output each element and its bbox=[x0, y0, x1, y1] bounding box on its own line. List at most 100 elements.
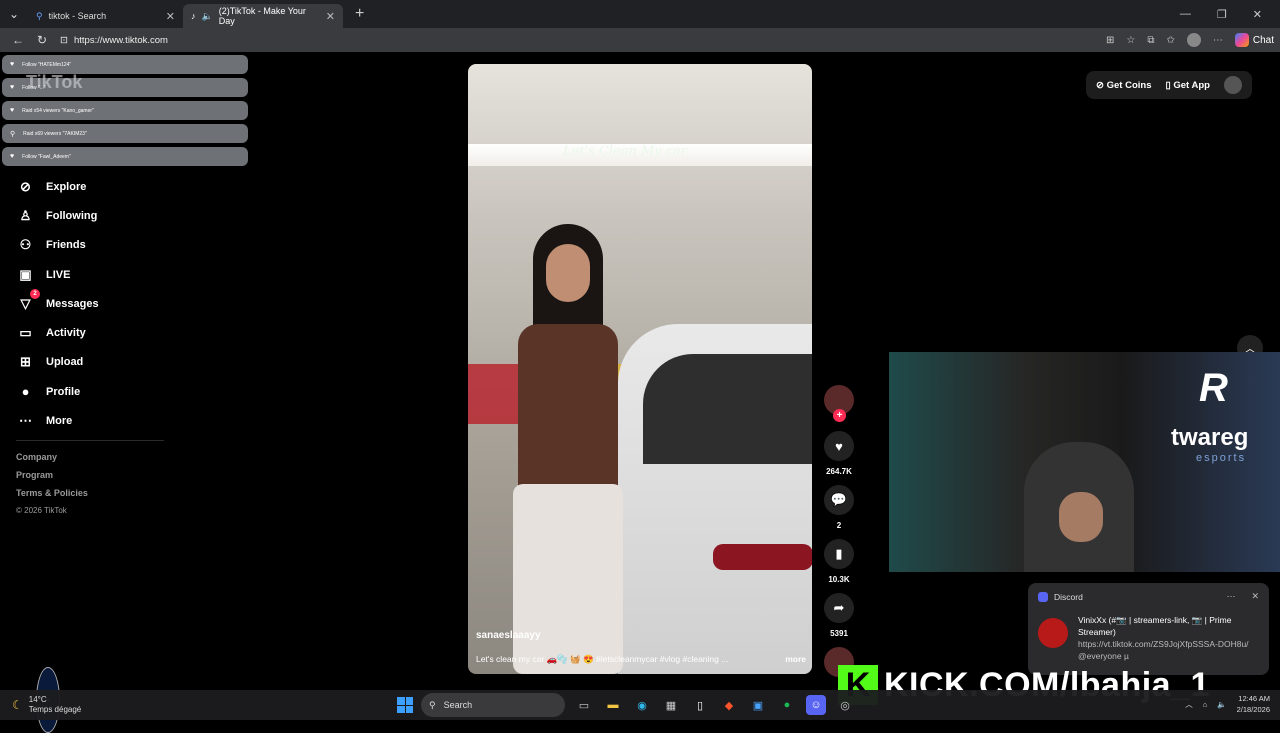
remote-desktop-icon[interactable]: ▣ bbox=[748, 695, 768, 715]
save-button[interactable]: ▮ bbox=[824, 539, 854, 569]
tab-tiktok[interactable]: ♪ 🔈 (2)TikTok - Make Your Day ✕ bbox=[183, 4, 343, 28]
volume-icon[interactable]: 🔈 bbox=[1217, 700, 1226, 709]
notification-header: Discord ⋯ ✕ bbox=[1038, 591, 1259, 602]
favorite-star-icon[interactable]: ☆ bbox=[1126, 35, 1135, 46]
sidebar-item-live[interactable]: ▣ LIVE bbox=[17, 260, 99, 289]
twareg-logo-icon: R bbox=[1199, 366, 1228, 410]
obs-icon[interactable]: ◎ bbox=[835, 695, 855, 715]
store-icon[interactable]: ▦ bbox=[661, 695, 681, 715]
taskbar-search-label: Search bbox=[443, 700, 473, 710]
sidebar-item-following[interactable]: ♙ Following bbox=[17, 201, 99, 230]
coin-icon: ⊘ bbox=[1096, 79, 1107, 91]
weather-widget[interactable]: ☾ 14°C Temps dégagé bbox=[0, 695, 150, 715]
video-username[interactable]: sanaeslaaayy bbox=[476, 630, 541, 641]
taskbar-apps: ▭ ▬ ◉ ▦ ▯ ◆ ▣ ● ☺ ◎ bbox=[574, 695, 855, 715]
footer-link-company[interactable]: Company bbox=[16, 452, 88, 470]
network-icon[interactable]: ⌂ bbox=[1203, 700, 1208, 709]
video-player[interactable]: Let's Clean My car sanaeslaaayy Let's cl… bbox=[468, 64, 812, 674]
notification-close-icon[interactable]: ✕ bbox=[1251, 591, 1259, 602]
tray-chevron-icon[interactable]: ︿ bbox=[1185, 699, 1193, 710]
caption-text: Let's clean my car 🚗🫧 🧺 😍 #letscleanmyca… bbox=[476, 654, 729, 664]
share-count: 5391 bbox=[830, 629, 848, 638]
comment-button[interactable]: 💬 bbox=[824, 485, 854, 515]
heart-icon: ♥ bbox=[10, 61, 15, 68]
split-screen-icon[interactable]: ⊞ bbox=[1106, 35, 1114, 46]
compass-icon: ⊘ bbox=[20, 178, 31, 194]
taskbar-clock[interactable]: 12:46 AM 2/18/2026 bbox=[1237, 693, 1270, 715]
sidebar-item-more[interactable]: ⋯ More bbox=[17, 406, 99, 435]
tab-title: (2)TikTok - Make Your Day bbox=[218, 6, 306, 26]
footer-link-program[interactable]: Program bbox=[16, 470, 88, 488]
extensions-icon[interactable]: ⧉ bbox=[1147, 35, 1154, 46]
file-explorer-icon[interactable]: ▬ bbox=[603, 695, 623, 715]
unread-badge: 2 bbox=[30, 289, 40, 300]
minimize-button[interactable]: — bbox=[1180, 8, 1191, 21]
task-view-icon[interactable]: ▭ bbox=[574, 695, 594, 715]
search-icon: ⚲ bbox=[429, 699, 436, 710]
tab-tiktok-search[interactable]: ⚲ tiktok - Search ✕ bbox=[28, 4, 183, 28]
sender-avatar bbox=[1038, 618, 1068, 648]
url-field[interactable]: ⊡ https://www.tiktok.com bbox=[60, 35, 168, 46]
new-tab-button[interactable]: + bbox=[355, 5, 364, 23]
following-icon: ♙ bbox=[19, 207, 32, 223]
weather-temp: 14°C bbox=[28, 695, 47, 704]
system-tray: ︿ ⌂ 🔈 12:46 AM 2/18/2026 bbox=[1185, 693, 1270, 715]
menu-dots-icon[interactable]: ⋯ bbox=[1213, 35, 1223, 46]
reload-icon[interactable]: ↻ bbox=[30, 33, 54, 47]
like-button[interactable]: ♥ bbox=[824, 431, 854, 461]
profile-avatar-icon[interactable] bbox=[1186, 33, 1201, 47]
spotify-icon[interactable]: ● bbox=[777, 695, 797, 715]
user-avatar[interactable] bbox=[1223, 76, 1242, 94]
tab-list-icon[interactable]: ⌄ bbox=[0, 7, 28, 21]
friends-icon: ⚇ bbox=[19, 237, 32, 253]
get-coins-button[interactable]: ⊘ Get Coins bbox=[1096, 80, 1151, 91]
back-icon[interactable]: ← bbox=[6, 33, 30, 47]
site-info-icon[interactable]: ⊡ bbox=[60, 35, 68, 46]
webcam-brand: twareg bbox=[1171, 424, 1249, 451]
copilot-chat-button[interactable]: Chat bbox=[1234, 33, 1274, 47]
notification-app: Discord bbox=[1054, 591, 1083, 602]
messages-icon: ▽ 2 bbox=[17, 289, 40, 312]
sidebar-item-messages[interactable]: ▽ 2 Messages bbox=[17, 289, 99, 318]
stream-alerts: ♥ Follow "HATEMm124" ♥ Follow "..." ♥ Raid … bbox=[2, 52, 248, 170]
discord-app-icon[interactable]: ☺ bbox=[806, 695, 826, 715]
notification-title: VinixXx (#📷 | streamers-link, 📷 | Prime … bbox=[1078, 615, 1232, 637]
restore-button[interactable]: ❐ bbox=[1217, 8, 1227, 21]
sidebar-item-explore[interactable]: ⊘ Explore bbox=[17, 172, 99, 201]
sidebar-item-activity[interactable]: ▭ Activity bbox=[17, 318, 99, 347]
discord-notification[interactable]: Discord ⋯ ✕ VinixXx (#📷 | streamers-link… bbox=[1028, 583, 1269, 675]
tiktok-sidebar: TikTok ♥Follow "HATEMm124" ♥Follow "..."… bbox=[0, 52, 250, 733]
alert-item: ⚲ Raid x69 viewers "7AKIM23" bbox=[2, 124, 248, 143]
webcam-brand-sub: esports bbox=[1196, 452, 1247, 464]
notepad-icon[interactable]: ▯ bbox=[690, 695, 710, 715]
profile-icon: ● bbox=[21, 384, 30, 400]
live-tv-icon: ▣ bbox=[19, 266, 32, 282]
sidebar-item-upload[interactable]: ⊞ Upload bbox=[17, 348, 99, 377]
address-bar: ← ↻ ⊡ https://www.tiktok.com ⊞ ☆ ⧉ ✩ ⋯ C… bbox=[0, 28, 1280, 52]
sidebar-divider bbox=[16, 440, 164, 441]
brave-browser-icon[interactable]: ◆ bbox=[719, 695, 739, 715]
sidebar-item-friends[interactable]: ⚇ Friends bbox=[17, 231, 99, 260]
tab-title: tiktok - Search bbox=[48, 11, 107, 21]
video-scene bbox=[643, 354, 812, 464]
close-tab-icon[interactable]: ✕ bbox=[326, 10, 335, 23]
follow-plus-icon[interactable]: + bbox=[833, 409, 846, 422]
close-tab-icon[interactable]: ✕ bbox=[166, 10, 175, 23]
speaker-icon[interactable]: 🔈 bbox=[202, 11, 213, 22]
share-button[interactable]: ➦ bbox=[824, 593, 854, 623]
get-app-button[interactable]: ▯ Get App bbox=[1165, 80, 1209, 91]
close-window-button[interactable]: ✕ bbox=[1253, 8, 1262, 21]
favorites-icon[interactable]: ✩ bbox=[1166, 35, 1174, 46]
moon-icon: ☾ bbox=[12, 698, 23, 712]
footer-link-terms[interactable]: Terms & Policies bbox=[16, 488, 88, 506]
edge-browser-icon[interactable]: ◉ bbox=[632, 695, 652, 715]
alert-item: ♥ Follow "HATEMm124" bbox=[2, 55, 248, 74]
caption-more-button[interactable]: more bbox=[785, 654, 806, 665]
url-text: https://www.tiktok.com bbox=[73, 34, 168, 46]
windows-start-icon[interactable] bbox=[397, 697, 413, 713]
webcam-overlay: R twareg esports bbox=[889, 352, 1280, 572]
sidebar-item-profile[interactable]: ● Profile bbox=[17, 377, 99, 406]
taskbar-search[interactable]: ⚲ Search bbox=[421, 693, 565, 717]
notification-menu-icon[interactable]: ⋯ bbox=[1226, 591, 1235, 602]
creator-avatar[interactable]: + bbox=[824, 385, 854, 422]
